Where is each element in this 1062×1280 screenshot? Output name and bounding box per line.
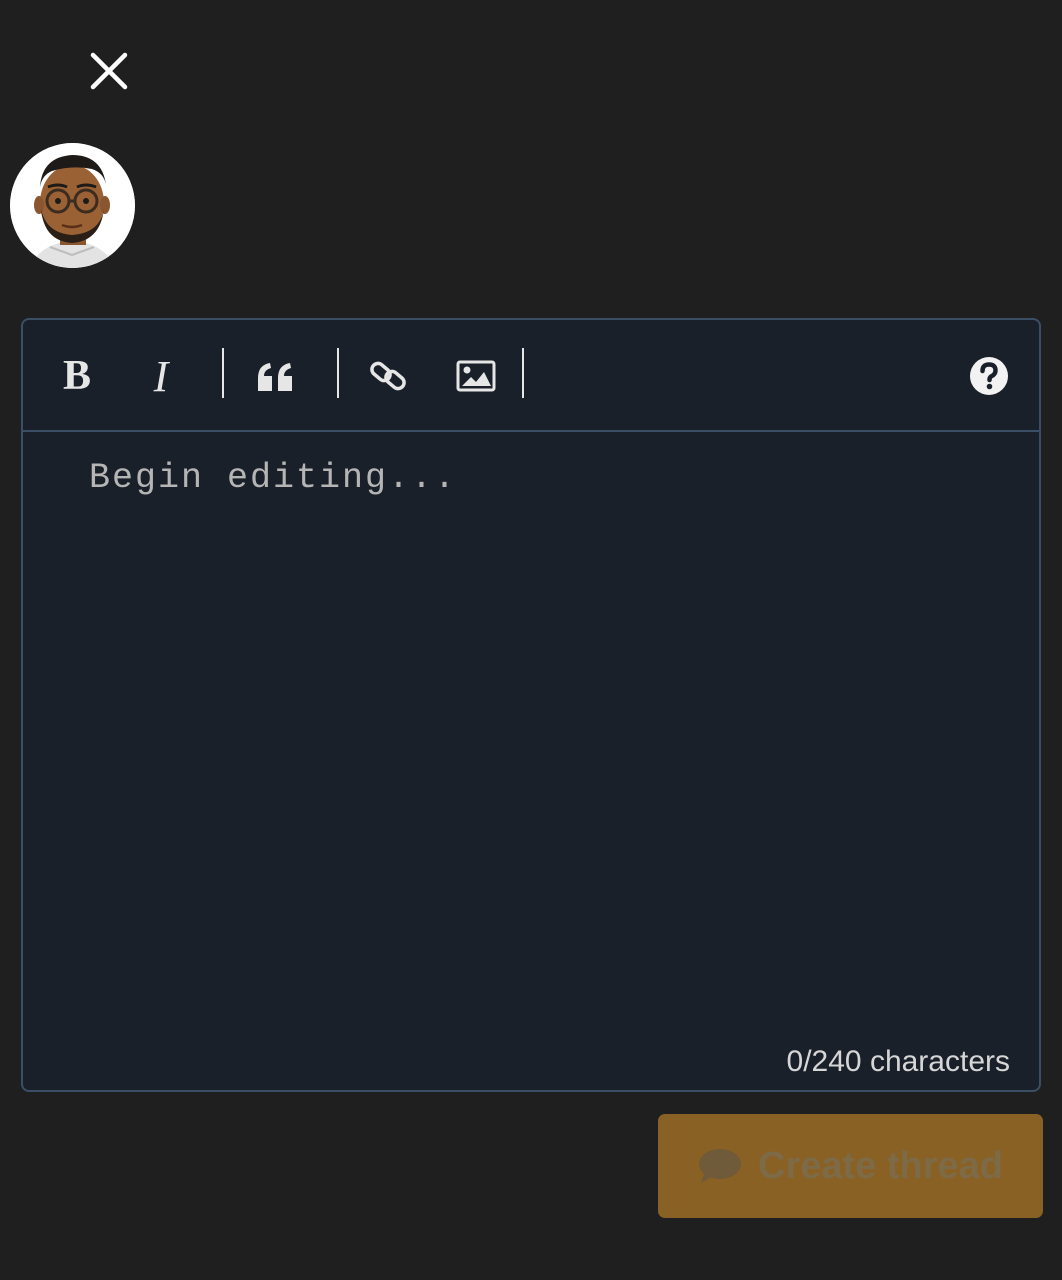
- bold-button[interactable]: B: [57, 348, 97, 404]
- avatar[interactable]: [10, 143, 135, 268]
- editor-toolbar: B I: [23, 320, 1039, 432]
- close-button[interactable]: [84, 46, 134, 96]
- italic-label: I: [153, 351, 169, 401]
- quote-button[interactable]: [251, 348, 299, 404]
- close-icon: [90, 52, 128, 90]
- toolbar-divider: [337, 348, 339, 398]
- link-button[interactable]: [365, 348, 411, 404]
- chat-bubble-icon: [699, 1149, 741, 1183]
- create-thread-label: Create thread: [758, 1144, 1003, 1187]
- toolbar-divider: [522, 348, 524, 398]
- help-button[interactable]: [967, 348, 1011, 404]
- user-avatar-icon: [10, 143, 135, 268]
- bold-label: B: [62, 353, 91, 399]
- editor-container: B I Begin editing... 0/240 characters: [21, 318, 1041, 1092]
- editor-textarea[interactable]: [89, 458, 999, 1018]
- toolbar-divider: [222, 348, 224, 398]
- create-thread-button[interactable]: Create thread: [658, 1114, 1043, 1218]
- italic-button[interactable]: I: [143, 348, 179, 404]
- image-button[interactable]: [453, 348, 499, 404]
- link-icon: [370, 361, 406, 391]
- character-counter: 0/240 characters: [786, 1045, 1010, 1078]
- quote-icon: [258, 363, 292, 391]
- image-icon: [456, 360, 496, 392]
- help-icon: [970, 357, 1008, 395]
